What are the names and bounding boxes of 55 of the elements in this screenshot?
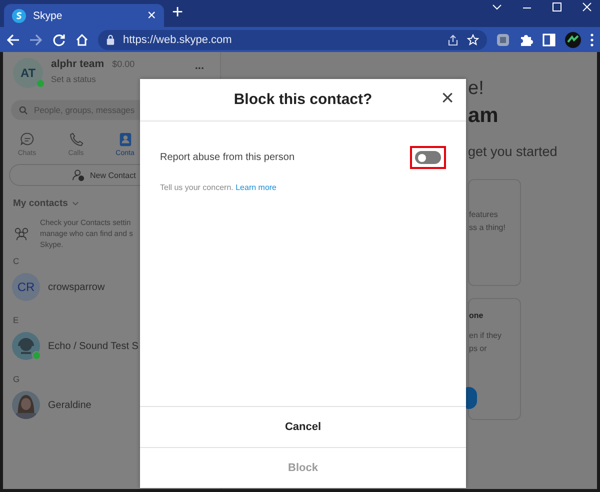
home-icon[interactable] xyxy=(75,32,89,46)
group-letter: E xyxy=(12,314,20,325)
learn-more-link[interactable]: Learn more xyxy=(236,183,277,192)
call-icon xyxy=(68,132,84,147)
close-button[interactable]: × xyxy=(441,88,454,108)
contact-name[interactable]: crowsparrow xyxy=(48,282,105,292)
forward-icon[interactable] xyxy=(29,32,43,46)
contact-name[interactable]: Geraldine xyxy=(48,400,92,410)
profile-name: alphr team xyxy=(51,58,104,70)
browser-tab[interactable]: Skype × xyxy=(4,4,164,27)
new-tab-button[interactable]: + xyxy=(172,2,184,27)
maximize-icon[interactable] xyxy=(552,2,562,12)
more-options-icon[interactable] xyxy=(590,32,594,46)
dialog-title: Block this contact? xyxy=(234,91,372,108)
lock-icon xyxy=(106,34,115,45)
extension-frame-icon[interactable] xyxy=(496,32,510,46)
tab-title: Skype xyxy=(33,10,64,22)
card-text: features ss a thing! xyxy=(469,209,506,234)
group-letter: G xyxy=(12,373,21,384)
profile-avatar-icon[interactable] xyxy=(565,32,581,48)
dialog-button[interactable]: Cancel xyxy=(140,406,466,447)
sidebar-icon[interactable] xyxy=(542,32,556,46)
tab-close-button[interactable]: × xyxy=(147,7,156,24)
chevron-down-icon xyxy=(72,200,79,207)
star-icon[interactable] xyxy=(467,34,479,46)
reload-icon[interactable] xyxy=(52,32,66,46)
contact-avatar: CR xyxy=(12,273,40,301)
toggle-switch[interactable] xyxy=(415,151,441,164)
chevron-down-icon[interactable] xyxy=(492,2,502,12)
contact-icon xyxy=(118,132,132,147)
contact-name[interactable]: Echo / Sound Test S xyxy=(48,340,138,352)
user-name-heading: am xyxy=(468,104,500,128)
section-title[interactable]: My contacts xyxy=(13,198,68,209)
group-letter: C xyxy=(12,255,20,266)
back-icon[interactable] xyxy=(6,32,20,46)
balance: $0.00 xyxy=(112,59,135,69)
chat-icon xyxy=(20,132,34,147)
more-options-button[interactable]: ... xyxy=(194,62,204,74)
headset-avatar-icon xyxy=(12,332,40,360)
option-label: Report abuse from this person xyxy=(160,152,295,163)
subtitle-text: get you started xyxy=(468,144,558,159)
card-title: one xyxy=(469,310,484,322)
close-icon[interactable] xyxy=(582,2,592,12)
greeting-text: e! xyxy=(468,78,485,100)
address-bar[interactable]: https://web.skype.com xyxy=(98,30,487,50)
share-icon[interactable] xyxy=(447,34,459,46)
skype-logo-icon xyxy=(12,8,26,22)
search-icon xyxy=(19,106,28,114)
url-text: https://web.skype.com xyxy=(123,34,233,46)
puzzle-icon[interactable] xyxy=(519,32,533,46)
status-link[interactable]: Set a status xyxy=(51,74,135,84)
card-text: en if they ps or xyxy=(469,330,502,355)
group-icon xyxy=(13,226,30,241)
add-person-icon xyxy=(72,168,85,182)
profile-avatar[interactable]: AT xyxy=(13,58,43,88)
